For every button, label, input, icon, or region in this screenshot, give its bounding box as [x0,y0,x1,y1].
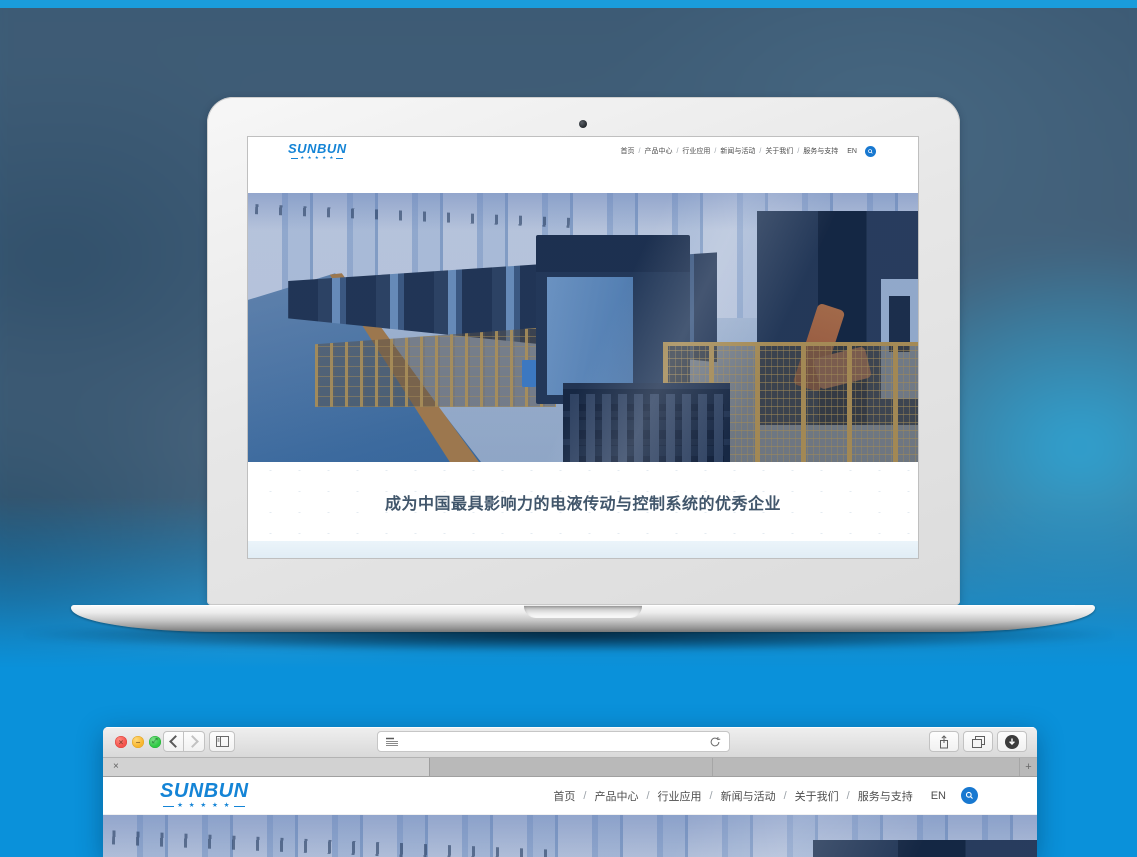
chevron-left-icon [169,735,182,748]
share-button[interactable] [929,731,959,752]
tagline-section: 成为中国最具影响力的电液传动与控制系统的优秀企业 [248,462,918,541]
browser-window: × + SUNBUN ★ ★ ★ ★ ★ 首页 / 产品中心 / 行业应用 / [103,727,1037,857]
logo-stars: ★ ★ ★ ★ ★ [163,803,245,810]
forward-button[interactable] [184,731,205,752]
nav-separator: / [797,148,799,155]
site-header: SUNBUN ★ ★ ★ ★ ★ 首页 / 产品中心 / 行业应用 / 新闻与活… [248,137,918,165]
screenshot-stage: SUNBUN ★ ★ ★ ★ ★ 首页 / 产品中心 / 行业应用 / 新闻与活… [0,0,1137,857]
site-header: SUNBUN ★ ★ ★ ★ ★ 首页 / 产品中心 / 行业应用 / 新闻与活… [103,777,1037,815]
back-button[interactable] [163,731,184,752]
magnifier-icon [964,790,975,801]
main-nav: 首页 / 产品中心 / 行业应用 / 新闻与活动 / 关于我们 / 服务与支持 … [621,146,877,157]
logo-text: SUNBUN [160,781,249,801]
laptop-base [71,605,1095,632]
nav-separator: / [847,790,850,802]
nav-separator: / [646,790,649,802]
nav-separator: / [710,790,713,802]
top-blue-bar [0,0,1137,8]
webcam-icon [579,120,587,128]
refresh-icon[interactable] [709,736,721,748]
tab-close-icon[interactable]: × [113,762,119,772]
hero-image [103,815,1037,857]
download-icon [1005,735,1019,749]
nav-item-industries[interactable]: 行业应用 [658,788,702,804]
logo-stars: ★ ★ ★ ★ ★ [291,156,343,161]
nav-item-home[interactable]: 首页 [621,146,635,156]
footer-strip [248,541,918,558]
minimize-icon[interactable] [132,736,144,748]
main-nav: 首页 / 产品中心 / 行业应用 / 新闻与活动 / 关于我们 / 服务与支持 … [553,787,978,804]
nav-separator: / [676,148,678,155]
nav-separator: / [759,148,761,155]
share-icon [938,735,950,749]
browser-page: SUNBUN ★ ★ ★ ★ ★ 首页 / 产品中心 / 行业应用 / 新闻与活… [103,777,1037,857]
nav-item-products[interactable]: 产品中心 [644,146,672,156]
nav-item-about[interactable]: 关于我们 [765,146,793,156]
tabs-overview-icon [972,736,985,748]
sidebar-button[interactable] [209,731,235,752]
language-toggle[interactable]: EN [847,148,857,155]
search-button[interactable] [865,146,876,157]
language-toggle[interactable]: EN [931,790,946,802]
nav-item-news[interactable]: 新闻与活动 [720,146,755,156]
inactive-tab[interactable] [431,758,713,776]
laptop-lid: SUNBUN ★ ★ ★ ★ ★ 首页 / 产品中心 / 行业应用 / 新闻与活… [207,97,960,605]
tab-bar: × + [103,758,1037,777]
active-tab[interactable]: × [103,758,430,776]
sidebar-panel-icon [216,736,229,747]
hero-blue-overlay [103,815,1037,857]
nav-separator: / [784,790,787,802]
traffic-lights [115,736,161,748]
browser-toolbar [103,727,1037,758]
tab-overview-button[interactable] [963,731,993,752]
search-button[interactable] [961,787,978,804]
close-icon[interactable] [115,736,127,748]
nav-item-industries[interactable]: 行业应用 [682,146,710,156]
nav-separator: / [583,790,586,802]
nav-item-support[interactable]: 服务与支持 [858,788,913,804]
logo[interactable]: SUNBUN ★ ★ ★ ★ ★ [288,142,347,161]
company-tagline: 成为中国最具影响力的电液传动与控制系统的优秀企业 [385,490,781,514]
toolbar-right-buttons [929,731,1027,752]
chevron-right-icon [186,735,199,748]
nav-item-home[interactable]: 首页 [553,788,575,804]
fullscreen-icon[interactable] [149,736,161,748]
nav-separator: / [639,148,641,155]
nav-item-about[interactable]: 关于我们 [795,788,839,804]
nav-separator: / [714,148,716,155]
nav-item-news[interactable]: 新闻与活动 [721,788,776,804]
nav-item-support[interactable]: 服务与支持 [803,146,838,156]
inactive-tab[interactable] [713,758,1020,776]
magnifier-icon [867,148,874,155]
nav-item-products[interactable]: 产品中心 [594,788,638,804]
hero-blue-overlay [248,193,918,490]
reader-lines-icon [386,737,398,747]
logo[interactable]: SUNBUN ★ ★ ★ ★ ★ [160,781,249,810]
hero-image [248,193,918,490]
history-nav [163,731,205,752]
new-tab-button[interactable]: + [1019,758,1037,776]
laptop-screen: SUNBUN ★ ★ ★ ★ ★ 首页 / 产品中心 / 行业应用 / 新闻与活… [248,137,918,558]
downloads-button[interactable] [997,731,1027,752]
hero-image-clip [103,815,1037,857]
logo-text: SUNBUN [288,142,347,155]
address-bar[interactable] [377,731,730,752]
